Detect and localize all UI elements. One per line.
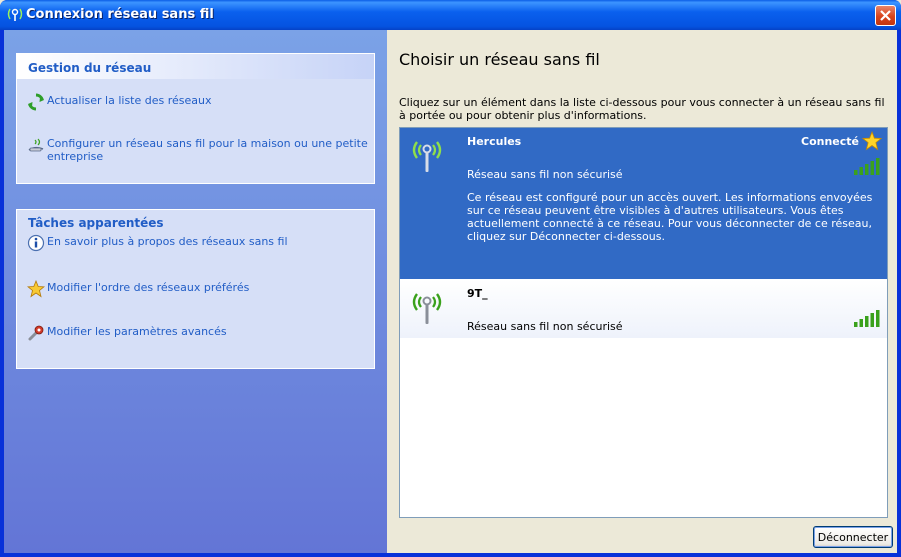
home-network-icon (28, 138, 44, 152)
network-ssid: Hercules (467, 135, 522, 148)
task-learn-label: En savoir plus à propos des réseaux sans… (47, 235, 288, 248)
task-refresh-network-list[interactable]: Actualiser la liste des réseaux (27, 93, 372, 111)
task-pane: Gestion du réseau Actualiser la liste de… (4, 30, 387, 553)
task-setup-home-network[interactable]: Configurer un réseau sans fil pour la ma… (27, 137, 372, 163)
task-change-preferred-order[interactable]: Modifier l'ordre des réseaux préférés (27, 280, 372, 298)
network-list[interactable]: Hercules Connecté Réseau sans fil non sé… (399, 127, 888, 518)
network-security: Réseau sans fil non sécurisé (467, 320, 623, 333)
task-refresh-label: Actualiser la liste des réseaux (47, 94, 212, 107)
star-icon (27, 280, 45, 298)
close-icon (880, 10, 891, 21)
task-preferred-order-label: Modifier l'ordre des réseaux préférés (47, 281, 250, 294)
network-ssid: 9T_ (467, 287, 488, 300)
preferred-star-icon (862, 131, 882, 151)
task-advanced-label: Modifier les paramètres avancés (47, 325, 227, 338)
window-title: Connexion réseau sans fil (26, 7, 214, 22)
task-setup-label: Configurer un réseau sans fil pour la ma… (47, 137, 368, 163)
info-icon (27, 234, 45, 252)
related-tasks-header: Tâches apparentées (28, 216, 164, 230)
wireless-antenna-icon (412, 141, 442, 172)
close-button[interactable] (875, 5, 896, 26)
network-description: Ce réseau est configuré pour un accès ou… (467, 191, 873, 243)
wireless-icon (7, 8, 23, 21)
wireless-antenna-icon (412, 293, 442, 324)
connection-status: Connecté (801, 135, 859, 148)
disconnect-button[interactable]: Déconnecter (813, 526, 893, 548)
network-item-9t[interactable]: 9T_ Réseau sans fil non sécurisé (400, 280, 887, 338)
task-learn-wireless[interactable]: En savoir plus à propos des réseaux sans… (27, 234, 372, 252)
intro-text: Cliquez sur un élément dans la liste ci-… (399, 96, 885, 122)
network-list-pane: Choisir un réseau sans fil Cliquez sur u… (387, 30, 897, 553)
refresh-icon (28, 93, 44, 111)
page-title: Choisir un réseau sans fil (399, 50, 600, 69)
wireless-connection-window: Connexion réseau sans fil Gestion du rés… (0, 0, 901, 557)
settings-icon (28, 325, 44, 341)
signal-strength-icon (854, 158, 880, 175)
network-tasks-header: Gestion du réseau (17, 54, 374, 79)
related-tasks-box: Tâches apparentées En savoir plus à prop… (16, 209, 375, 369)
network-security: Réseau sans fil non sécurisé (467, 168, 623, 181)
signal-strength-icon (854, 310, 880, 327)
title-bar[interactable]: Connexion réseau sans fil (0, 0, 901, 30)
task-advanced-settings[interactable]: Modifier les paramètres avancés (27, 325, 372, 341)
network-tasks-box: Gestion du réseau Actualiser la liste de… (16, 53, 375, 184)
window-client: Gestion du réseau Actualiser la liste de… (4, 30, 897, 553)
network-item-hercules[interactable]: Hercules Connecté Réseau sans fil non sé… (400, 128, 887, 279)
